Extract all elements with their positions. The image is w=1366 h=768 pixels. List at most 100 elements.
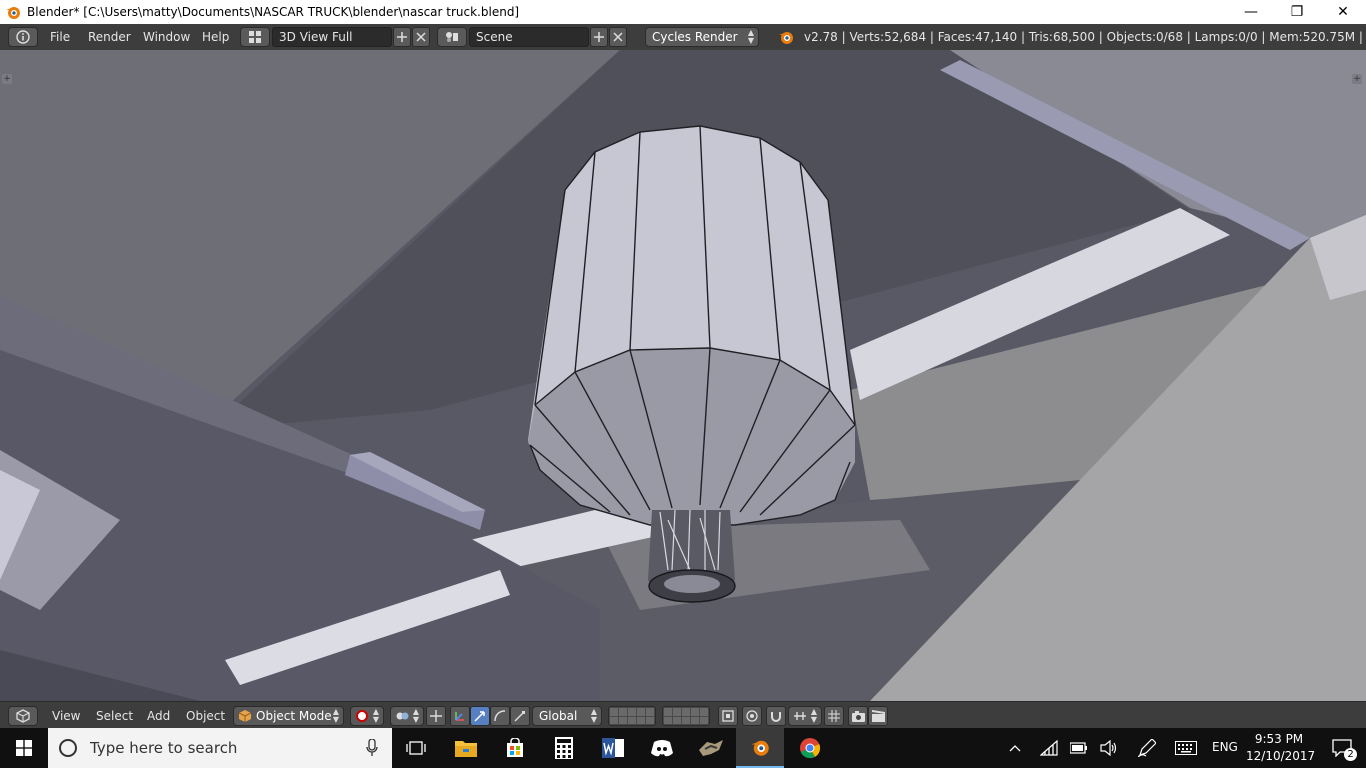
axis-icon [455,712,464,721]
close-button[interactable]: ✕ [1320,0,1366,24]
manipulator-center-button[interactable] [426,706,446,726]
microphone-icon[interactable] [366,739,378,757]
remove-screen-button[interactable] [412,27,430,47]
opengl-animation-button[interactable] [868,706,888,726]
translate-manipulator-button[interactable] [470,706,490,726]
pen-icon[interactable] [1138,739,1156,757]
taskbar-store[interactable] [491,728,539,768]
taskbar-chrome[interactable] [786,728,834,768]
wifi-icon[interactable] [1040,740,1058,756]
menu-render[interactable]: Render [82,27,137,47]
snap-target-button[interactable] [824,706,844,726]
transform-orientation-dropdown[interactable]: Global ▲ ▼ [532,706,602,726]
rotate-arc-icon [494,710,506,722]
lock-layers-button[interactable] [718,706,738,726]
dropdown-arrows-icon: ▲ ▼ [372,707,379,724]
clock-date: 12/10/2017 [1246,749,1316,763]
layout-grid-icon [249,31,261,43]
taskbar-calculator[interactable] [540,728,588,768]
snap-increment-icon [794,712,806,720]
blender-app-icon [6,7,20,19]
camera-icon [851,710,865,722]
mode-dropdown[interactable]: Object Mode ▲ ▼ [233,706,344,726]
info-icon [16,30,30,44]
task-view-button[interactable] [392,728,440,768]
remove-scene-button[interactable] [609,27,627,47]
opengl-render-button[interactable] [848,706,868,726]
clock-time: 9:53 PM [1254,732,1304,746]
scale-manipulator-button[interactable] [510,706,530,726]
pivot-point-dropdown[interactable]: ▲ ▼ [390,706,424,726]
dropdown-arrows-icon: ▲ ▼ [747,28,754,45]
start-button[interactable] [0,728,48,768]
snap-toggle-button[interactable] [766,706,786,726]
viewport-shading-dropdown[interactable]: ▲ ▼ [350,706,384,726]
store-bag-icon [507,738,523,757]
dropdown-arrows-icon: ▲ ▼ [810,707,817,724]
rotate-manipulator-button[interactable] [490,706,510,726]
viewport-corner-tl[interactable]: + [2,74,12,84]
minimize-button[interactable]: — [1228,0,1274,24]
scene-icon [446,32,458,42]
screen-layout-field[interactable]: 3D View Full [272,27,392,47]
taskbar-file-explorer[interactable] [442,728,490,768]
calculator-icon [555,737,573,759]
add-scene-button[interactable] [590,27,608,47]
menu-window[interactable]: Window [137,27,196,47]
scene-field[interactable]: Scene [469,27,589,47]
scene-browse[interactable] [437,27,467,47]
editor-type-3dview-button[interactable] [8,706,38,726]
shading-solid-icon [356,710,368,722]
task-view-icon [406,741,426,755]
menu-object[interactable]: Object [180,706,231,726]
scene-layers-group-1[interactable] [608,706,656,726]
battery-icon[interactable] [1070,742,1088,754]
editor-type-button[interactable] [8,27,38,47]
scene-layers-group-2[interactable] [662,706,710,726]
proportional-editing-button[interactable] [742,706,762,726]
folder-icon [455,741,477,757]
manipulator-toggle-button[interactable] [450,706,470,726]
3d-view-header: View Select Add Object Object Mode ▲ ▼ ▲ ▼… [0,701,1366,729]
scale-icon [514,711,525,722]
snap-element-dropdown[interactable]: ▲ ▼ [788,706,822,726]
scene-stats: v2.78 | Verts:52,684 | Faces:47,140 | Tr… [804,30,1366,44]
show-hidden-icons-button[interactable] [1004,728,1026,768]
taskbar-discord[interactable] [638,728,686,768]
add-screen-button[interactable] [393,27,411,47]
clock[interactable]: 9:53 PM 12/10/2017 [1246,731,1316,765]
grid-snap-icon [828,710,840,722]
windows-logo-icon [16,740,32,756]
dropdown-arrows-icon: ▲ ▼ [332,707,339,724]
game-app-icon [699,740,723,756]
screen-layout-browse[interactable] [240,27,270,47]
window-title-bar: Blender* [C:\Users\matty\Documents\NASCA… [0,0,1366,24]
action-center-button[interactable]: 2 [1318,728,1366,768]
menu-select[interactable]: Select [90,706,139,726]
chevron-up-icon [1009,745,1021,752]
taskbar-word[interactable] [589,728,637,768]
3d-viewport[interactable]: + + [0,50,1366,701]
menu-view[interactable]: View [46,706,86,726]
arrows-icon [430,710,442,722]
taskbar-blender[interactable] [736,728,784,768]
mode-value: Object Mode [256,709,332,723]
volume-icon[interactable] [1100,740,1118,756]
input-language[interactable]: ENG [1212,740,1238,754]
notification-badge: 2 [1344,748,1357,761]
dropdown-arrows-icon: ▲ ▼ [590,707,597,724]
search-box[interactable]: Type here to search [48,728,392,768]
window-title: Blender* [C:\Users\matty\Documents\NASCA… [27,5,520,19]
viewport-corner-tr[interactable]: + [1352,74,1362,84]
x-icon [613,32,623,42]
menu-add[interactable]: Add [141,706,176,726]
word-icon [602,738,624,758]
object-cube-icon [239,710,251,722]
menu-file[interactable]: File [44,27,76,47]
menu-help[interactable]: Help [196,27,235,47]
info-header: File Render Window Help 3D View Full Sce… [0,24,1366,51]
render-engine-dropdown[interactable]: Cycles Render ▲ ▼ [645,27,759,47]
keyboard-icon[interactable] [1175,741,1197,755]
restore-button[interactable]: ❐ [1274,0,1320,24]
taskbar-game-app[interactable] [687,728,735,768]
